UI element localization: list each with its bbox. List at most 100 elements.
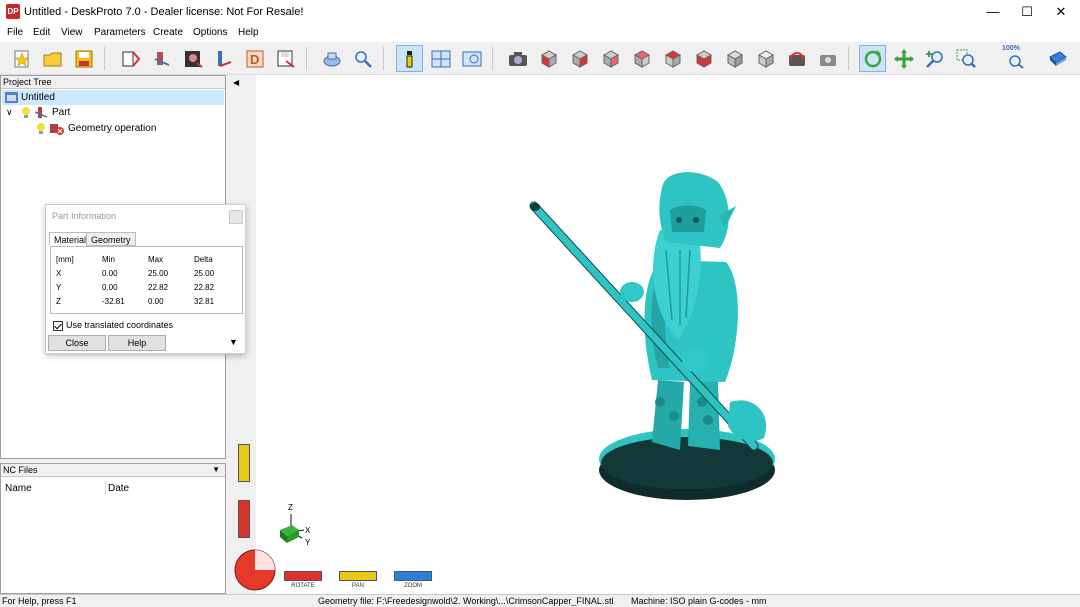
image-wizard-icon[interactable] [179,45,206,72]
layout-icon[interactable] [427,45,454,72]
column-header-date[interactable]: Date [108,483,129,494]
save-icon[interactable] [70,45,97,72]
view-iso-icon[interactable] [721,45,748,72]
view-iso-2-icon[interactable] [752,45,779,72]
axis-label-z: Z [288,503,293,512]
part-icon [35,107,47,118]
table-cell: 0.00 [102,269,118,278]
axis-triad: Z X Y [280,503,311,547]
3d-model [529,172,775,500]
tree-item-label: Part [52,107,71,118]
reset-view-icon[interactable] [814,45,841,72]
expand-arrow-icon[interactable]: ▼ [229,337,238,347]
axis-label-x: X [305,526,311,535]
project-tree-header: Project Tree [1,76,225,89]
table-cell: 22.82 [148,283,169,292]
help-button[interactable]: Help [108,335,166,351]
vector-wizard-icon[interactable] [210,45,237,72]
screenshot-icon[interactable] [504,45,531,72]
view-top-icon[interactable] [659,45,686,72]
table-cell: 22.82 [194,283,215,292]
d-icon[interactable]: D [241,45,268,72]
tab-material[interactable]: Material [49,232,92,246]
dropdown-arrow-icon[interactable]: ▼ [212,465,220,474]
zoom-level-label: 100% [1002,45,1020,52]
column-header-name[interactable]: Name [5,483,32,494]
table-cell: X [56,269,62,278]
nc-files-title: NC Files [3,465,38,475]
zoom-window-icon[interactable] [952,45,979,72]
save-nc-icon[interactable] [272,45,299,72]
rotate-dial[interactable] [233,548,277,592]
zoom-in-icon[interactable] [921,45,948,72]
checkbox-label: Use translated coordinates [66,320,174,330]
open-project-icon[interactable] [39,45,66,72]
dialog-title: Part Information [52,211,117,221]
tree-item-geometry-operation[interactable]: Geometry operation [2,121,224,136]
info-icon[interactable] [396,45,423,72]
rotate-mode-bar[interactable] [284,571,322,581]
nc-files-panel: NC Files ▼ Name Date [0,463,226,594]
close-icon[interactable] [229,210,243,224]
menu-edit[interactable]: Edit [33,27,50,38]
axis-label-y: Y [305,538,311,547]
menu-view[interactable]: View [61,27,83,38]
maximize-icon[interactable]: ☐ [1010,0,1044,24]
tree-item-part[interactable]: ∨ Part [2,105,224,120]
table-cell: 32.81 [194,297,215,306]
table-cell: 25.00 [148,269,169,278]
menu-parameters[interactable]: Parameters [94,27,146,38]
menu-help[interactable]: Help [238,27,259,38]
tab-geometry[interactable]: Geometry [86,232,136,246]
zoom-slider[interactable] [238,500,250,538]
table-header: Max [148,255,164,264]
view-left-icon[interactable] [597,45,624,72]
close-icon[interactable]: ✕ [1044,0,1078,24]
app-logo-icon: DP [6,4,20,19]
pan-mode-label: PAN [352,583,364,589]
rotate-view-icon[interactable] [783,45,810,72]
view-front-icon[interactable] [535,45,562,72]
zoom-100-icon[interactable]: 100% [1001,45,1028,72]
book-icon[interactable] [1044,45,1071,72]
tree-item-label: Geometry operation [68,123,157,134]
pan-mode-bar[interactable] [339,571,377,581]
rotate-mode-icon[interactable] [859,45,886,72]
status-help: For Help, press F1 [2,596,77,606]
cad-icon[interactable] [318,45,345,72]
toolbar: D 100% [0,42,1080,75]
wizard-icon[interactable] [117,45,144,72]
pan-slider[interactable] [238,444,250,482]
part-wizard-icon[interactable] [148,45,175,72]
geometry-operation-icon [50,124,64,135]
title-bar: DP Untitled - DeskProto 7.0 - Dealer lic… [0,0,1080,24]
table-cell: -32.81 [102,297,125,306]
pan-mode-icon[interactable] [890,45,917,72]
menu-bar: File Edit View Parameters Create Options… [0,24,1080,42]
menu-options[interactable]: Options [193,27,227,38]
view-bottom-icon[interactable] [690,45,717,72]
lightbulb-icon [37,123,45,134]
minimize-icon[interactable]: — [976,0,1010,24]
table-header: Delta [194,255,213,264]
view-right-icon[interactable] [628,45,655,72]
menu-create[interactable]: Create [153,27,183,38]
tree-item-untitled[interactable]: Untitled [2,90,224,105]
table-header: [mm] [56,255,74,264]
translated-coordinates-checkbox[interactable]: Use translated coordinates [53,320,173,331]
zoom-mode-bar[interactable] [394,571,432,581]
part-information-dialog: Part Information Material Geometry [mm] … [45,204,246,354]
close-button[interactable]: Close [48,335,106,351]
menu-file[interactable]: File [7,27,23,38]
chevron-down-icon[interactable]: ∨ [6,105,13,120]
status-geometry-file: Geometry file: F:\Freedesignwold\2. Work… [318,596,614,606]
status-machine: Machine: ISO plain G-codes - mm [631,596,767,606]
nc-files-header[interactable]: NC Files ▼ [1,464,225,477]
search-icon[interactable] [349,45,376,72]
preview-icon[interactable] [458,45,485,72]
lightbulb-icon [22,107,30,118]
new-project-icon[interactable] [8,45,35,72]
view-back-icon[interactable] [566,45,593,72]
collapse-arrow-icon[interactable]: ◀ [233,78,239,87]
checkbox-checked-icon[interactable] [53,320,63,331]
